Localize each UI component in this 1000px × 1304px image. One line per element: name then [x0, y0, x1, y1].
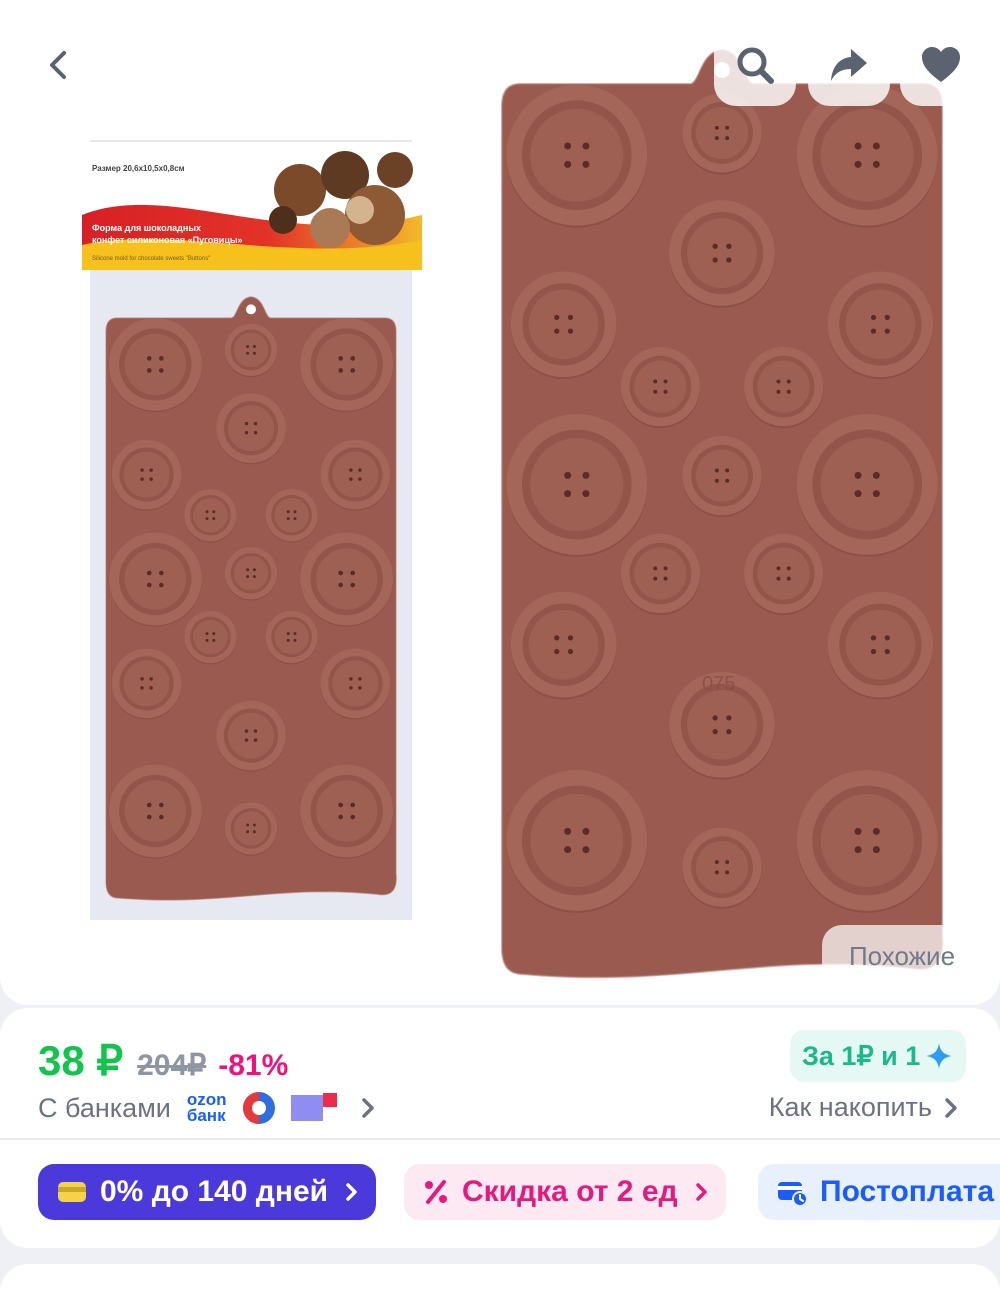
multi-buy-discount-chip[interactable]: Скидка от 2 ед	[404, 1164, 726, 1220]
mold-photo	[501, 48, 944, 979]
chevron-right-icon	[945, 1097, 957, 1118]
divider	[0, 1138, 1000, 1140]
mold-button-cavity	[620, 347, 701, 429]
package-photo: Арт. VL80-336 Размер 20,6х10,5х0,8см Фор…	[82, 140, 422, 920]
wallet-icon	[778, 1182, 808, 1207]
mold-button-cavity	[300, 318, 394, 413]
mold-button-cavity	[300, 764, 394, 859]
mold-button-cavity	[320, 648, 391, 720]
ozon-bank-logo: ozon банк	[186, 1090, 227, 1125]
mold-button-cavity	[224, 323, 278, 378]
search-icon	[737, 47, 774, 84]
banks-label: С банками	[38, 1092, 171, 1123]
mold-button-cavity	[320, 439, 391, 511]
sparkle-icon	[926, 1043, 953, 1069]
search-button[interactable]	[714, 24, 796, 106]
discount-percent: -81%	[218, 1049, 289, 1082]
chevron-right-icon	[346, 1183, 357, 1201]
next-section-card	[0, 1264, 1000, 1304]
package-size: Размер 20,6х10,5х0,8см	[92, 164, 185, 173]
mold-button-cavity	[265, 489, 318, 543]
mold-button-cavity	[506, 414, 648, 557]
mold-button-cavity	[827, 271, 934, 380]
package-title-line2: конфет силиконовая «Пуговицы»	[92, 235, 243, 245]
percent-icon	[425, 1180, 447, 1204]
card-icon	[58, 1182, 86, 1202]
mold-button-cavity	[111, 439, 182, 511]
mold-button-cavity	[184, 489, 237, 543]
mold-button-cavity	[111, 648, 182, 720]
bank-logo-icon	[242, 1092, 275, 1124]
mold-button-cavity	[510, 271, 617, 380]
mold-button-cavity	[108, 764, 202, 859]
share-arrow-icon	[831, 49, 867, 81]
chevron-left-icon	[50, 51, 66, 79]
product-gallery[interactable]: Арт. VL80-336 Размер 20,6х10,5х0,8см Фор…	[0, 0, 1000, 1005]
product-image: Арт. VL80-336 Размер 20,6х10,5х0,8см Фор…	[82, 48, 944, 979]
multi-buy-discount-label: Скидка от 2 ед	[462, 1175, 678, 1208]
mold-button-cavity	[216, 393, 286, 465]
mold-button-cavity	[682, 827, 762, 909]
postpay-label: Постоплата	[820, 1175, 995, 1208]
points-badge-label: За 1₽ и 1	[802, 1040, 921, 1071]
how-to-save-link[interactable]: Как накопить	[769, 1092, 964, 1123]
mold-button-cavity	[827, 591, 934, 700]
back-button[interactable]	[18, 24, 100, 106]
share-button[interactable]	[808, 24, 890, 106]
mold-button-cavity	[108, 318, 202, 413]
mold-button-cavity	[265, 610, 318, 665]
heart-icon	[922, 47, 960, 82]
chevron-right-icon	[361, 1098, 374, 1118]
banks-row[interactable]: С банками ozon банк	[38, 1090, 381, 1126]
mold-button-cavity	[744, 347, 824, 429]
package-subtitle: Silicone mold for chocolate sweets "Butt…	[92, 256, 210, 262]
bank-logo-icon	[290, 1093, 337, 1121]
similar-button[interactable]: Похожие	[822, 925, 982, 987]
mold-button-cavity	[216, 700, 286, 772]
mold-button-cavity	[506, 770, 648, 913]
chevron-right-icon	[695, 1183, 707, 1201]
mold-button-cavity	[682, 436, 762, 518]
favorite-button[interactable]	[900, 24, 982, 106]
how-to-save-label: Как накопить	[768, 1092, 932, 1122]
package-title-line1: Форма для шоколадных	[92, 223, 201, 233]
mold-button-cavity	[796, 770, 938, 913]
installment-label: 0% до 140 дней	[100, 1175, 329, 1208]
points-badge[interactable]: За 1₽ и 1	[790, 1030, 967, 1082]
mold-button-cavity	[224, 802, 278, 856]
mold-button-cavity	[796, 414, 938, 557]
installment-chip[interactable]: 0% до 140 дней	[38, 1164, 377, 1220]
similar-label: Похожие	[848, 940, 956, 971]
mold-button-cavity	[108, 532, 202, 627]
price-card: 38 ₽ 204₽ -81% За 1₽ и 1 С банками ozon …	[0, 1008, 1000, 1248]
postpay-chip[interactable]: Постоплата	[758, 1164, 1000, 1220]
mold-button-cavity	[510, 591, 617, 700]
mold-button-cavity	[300, 532, 394, 627]
mold-button-cavity	[506, 84, 648, 228]
mold-button-cavity	[796, 84, 938, 228]
mold-number: 075	[702, 673, 735, 695]
mold-button-cavity	[224, 547, 278, 601]
mold-button-cavity	[744, 533, 824, 616]
price-row: 38 ₽ 204₽ -81%	[38, 1036, 288, 1085]
mold-button-cavity	[184, 610, 237, 665]
old-price: 204₽	[137, 1049, 207, 1082]
mold-button-cavity	[620, 533, 701, 616]
current-price: 38 ₽	[38, 1037, 124, 1084]
mold-button-cavity	[669, 200, 775, 308]
